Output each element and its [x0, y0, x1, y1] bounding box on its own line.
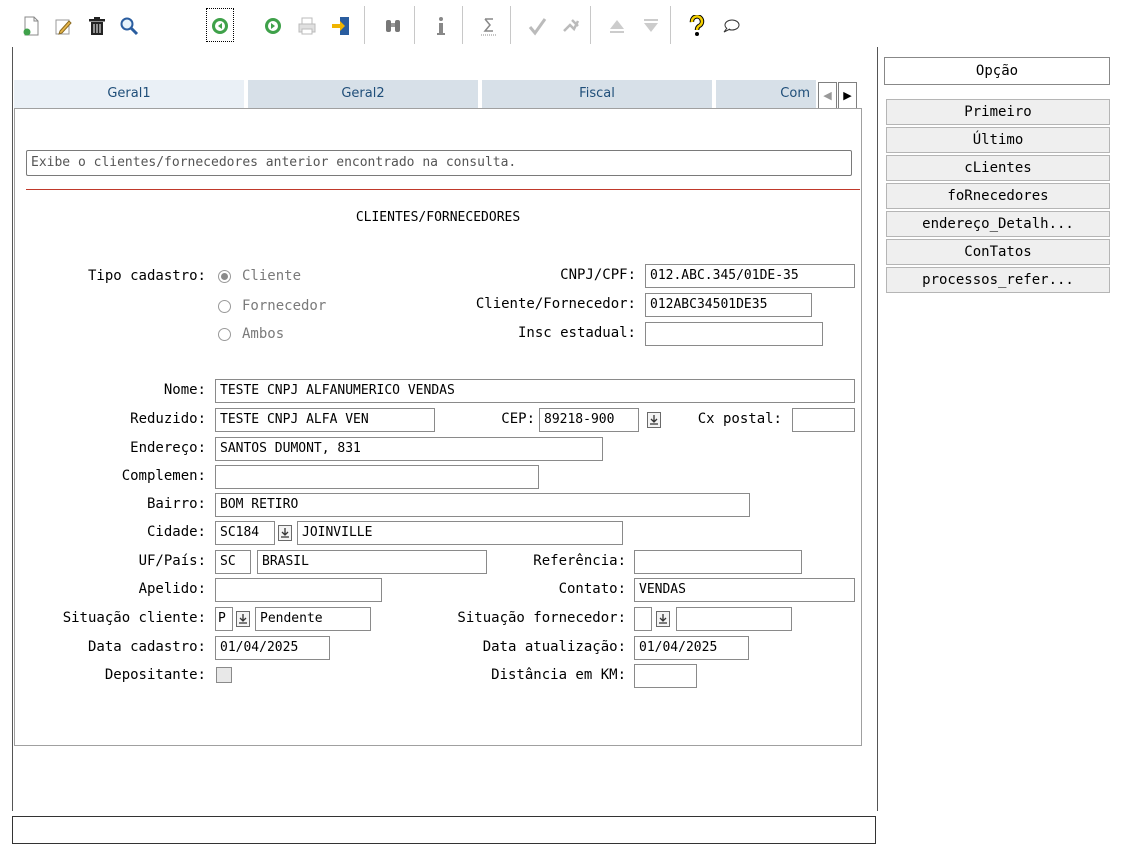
data-atualizacao-label: Data atualização: — [482, 639, 626, 655]
primeiro-button[interactable]: Primeiro — [886, 99, 1110, 125]
radio-ambos-label: Ambos — [242, 326, 285, 342]
reduzido-label: Reduzido: — [130, 411, 206, 427]
depositante-label: Depositante: — [104, 667, 206, 683]
referencia-field[interactable] — [634, 550, 802, 574]
status-bar — [12, 816, 876, 844]
cx-postal-label: Cx postal: — [697, 411, 782, 427]
tab-scroll-right-button[interactable]: ▶ — [838, 82, 857, 109]
fornecedores-button[interactable]: foRnecedores — [886, 183, 1110, 209]
pais-field[interactable]: BRASIL — [257, 550, 487, 574]
bairro-label: Bairro: — [146, 496, 206, 512]
nome-label: Nome: — [163, 382, 206, 398]
contatos-button[interactable]: ConTatos — [886, 239, 1110, 265]
print-icon[interactable] — [296, 15, 318, 37]
cidade-field[interactable]: JOINVILLE — [297, 521, 623, 545]
form-title: CLIENTES/FORNECEDORES — [355, 210, 521, 225]
cidade-lookup-icon[interactable] — [278, 525, 292, 541]
cep-field[interactable]: 89218-900 — [539, 408, 639, 432]
tab-com[interactable]: Com — [716, 80, 816, 108]
cancel-icon[interactable] — [560, 15, 582, 37]
endereco-detalhe-button[interactable]: endereço_Detalh... — [886, 211, 1110, 237]
toolbar-separator — [510, 6, 511, 44]
situacao-fornecedor-label: Situação fornecedor: — [457, 610, 626, 626]
new-document-icon[interactable] — [20, 15, 42, 37]
radio-ambos[interactable] — [218, 328, 231, 341]
contato-label: Contato: — [558, 581, 626, 597]
move-down-icon[interactable] — [640, 15, 662, 37]
opcao-header: Opção — [884, 57, 1110, 85]
situacao-cliente-code-field[interactable]: P — [215, 607, 233, 631]
endereco-field[interactable]: SANTOS DUMONT, 831 — [215, 437, 603, 461]
separator-line — [26, 189, 860, 190]
radio-cliente[interactable] — [218, 270, 231, 283]
contato-field[interactable]: VENDAS — [634, 578, 855, 602]
processos-referenciados-button[interactable]: processos_refer... — [886, 267, 1110, 293]
info-icon[interactable] — [430, 15, 452, 37]
reduzido-field[interactable]: TESTE CNPJ ALFA VEN — [215, 408, 435, 432]
tipo-cadastro-label: Tipo cadastro: — [87, 268, 206, 284]
situacao-cliente-lookup-icon[interactable] — [236, 611, 250, 627]
move-up-icon[interactable] — [606, 15, 628, 37]
situacao-cliente-label: Situação cliente: — [62, 610, 206, 626]
binoculars-icon[interactable] — [382, 15, 404, 37]
toolbar-separator — [590, 6, 591, 44]
check-icon[interactable] — [526, 15, 548, 37]
toolbar-separator — [364, 6, 365, 44]
ultimo-button[interactable]: Último — [886, 127, 1110, 153]
insc-estadual-field[interactable] — [645, 322, 823, 346]
situacao-cliente-field[interactable]: Pendente — [255, 607, 371, 631]
previous-record-icon[interactable] — [206, 8, 234, 42]
distancia-field[interactable] — [634, 664, 697, 688]
situacao-fornecedor-lookup-icon[interactable] — [656, 611, 670, 627]
referencia-label: Referência: — [533, 553, 626, 569]
cliente-fornecedor-label: Cliente/Fornecedor: — [475, 296, 636, 312]
apelido-field[interactable] — [215, 578, 382, 602]
data-cadastro-label: Data cadastro: — [87, 639, 206, 655]
cnpj-label: CNPJ/CPF: — [560, 267, 636, 283]
data-atualizacao-field[interactable]: 01/04/2025 — [634, 636, 749, 660]
cep-label: CEP: — [501, 411, 535, 427]
cliente-fornecedor-field[interactable]: 012ABC34501DE35 — [645, 293, 812, 317]
situacao-fornecedor-field[interactable] — [676, 607, 792, 631]
bairro-field[interactable]: BOM RETIRO — [215, 493, 750, 517]
comment-icon[interactable] — [720, 15, 742, 37]
toolbar-separator — [462, 6, 463, 44]
uf-field[interactable]: SC — [215, 550, 251, 574]
distancia-label: Distância em KM: — [491, 667, 626, 683]
radio-fornecedor-label: Fornecedor — [242, 298, 327, 314]
next-record-icon[interactable] — [262, 15, 284, 37]
exit-icon[interactable] — [330, 15, 352, 37]
cep-lookup-icon[interactable] — [647, 412, 661, 428]
situacao-fornecedor-code-field[interactable] — [634, 607, 652, 631]
hint-field: Exibe o clientes/fornecedores anterior e… — [26, 150, 852, 176]
radio-fornecedor[interactable] — [218, 300, 231, 313]
tab-geral1[interactable]: Geral1 — [14, 80, 244, 108]
tab-fiscal[interactable]: Fiscal — [482, 80, 712, 108]
endereco-label: Endereço: — [130, 440, 206, 456]
depositante-checkbox[interactable] — [216, 667, 232, 683]
search-icon[interactable] — [118, 15, 140, 37]
toolbar-separator — [670, 6, 671, 44]
cidade-label: Cidade: — [146, 524, 206, 540]
sum-icon[interactable] — [478, 15, 500, 37]
clientes-button[interactable]: cLientes — [886, 155, 1110, 181]
tab-geral2[interactable]: Geral2 — [248, 80, 478, 108]
apelido-label: Apelido: — [138, 581, 206, 597]
insc-estadual-label: Insc estadual: — [517, 325, 636, 341]
cidade-code-field[interactable]: SC184 — [215, 521, 275, 545]
edit-icon[interactable] — [52, 15, 74, 37]
radio-cliente-label: Cliente — [242, 268, 302, 284]
delete-icon[interactable] — [86, 15, 108, 37]
toolbar-separator — [414, 6, 415, 44]
nome-field[interactable]: TESTE CNPJ ALFANUMERICO VENDAS — [215, 379, 855, 403]
uf-pais-label: UF/País: — [138, 553, 206, 569]
tab-scroll-left-button[interactable]: ◀ — [818, 82, 837, 109]
cnpj-field[interactable]: 012.ABC.345/01DE-35 — [645, 264, 855, 288]
complemento-label: Complemen: — [121, 468, 206, 484]
complemento-field[interactable] — [215, 465, 539, 489]
cx-postal-field[interactable] — [792, 408, 855, 432]
data-cadastro-field[interactable]: 01/04/2025 — [215, 636, 330, 660]
help-icon[interactable] — [686, 15, 708, 37]
